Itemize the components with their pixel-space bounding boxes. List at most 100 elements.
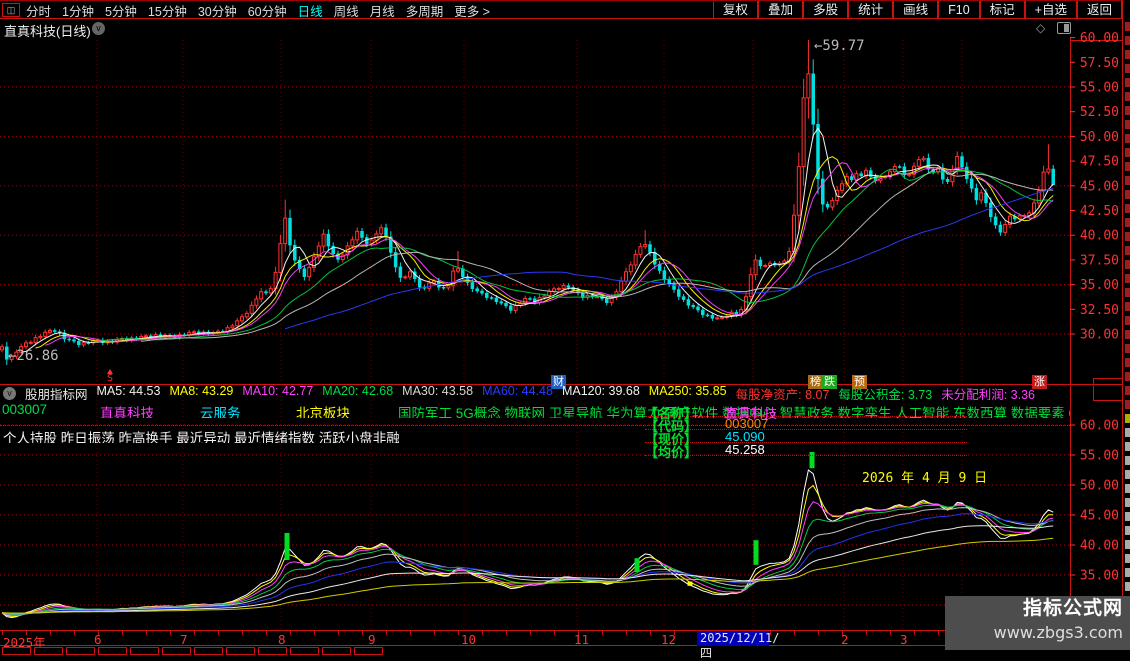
side-strip-glyph — [1125, 134, 1130, 143]
side-strip-glyph — [1125, 442, 1130, 451]
bottom-tab[interactable] — [130, 647, 159, 655]
axis-tick — [554, 631, 555, 635]
bottom-tab[interactable] — [290, 647, 319, 655]
collapse-chevron-icon[interactable]: v — [3, 387, 16, 400]
axis-tick — [626, 631, 627, 635]
period-tab[interactable]: 1分钟 — [62, 1, 94, 20]
axis-tick — [50, 631, 51, 635]
toolbar-button[interactable]: 标记 — [980, 1, 1025, 19]
bottom-tab[interactable] — [34, 647, 63, 655]
ma-value: MA120: 39.68 — [562, 386, 640, 400]
period-tab[interactable]: 周线 — [334, 1, 359, 20]
sentiment-line — [2, 514, 1053, 614]
bottom-tab[interactable] — [98, 647, 127, 655]
bottom-tab[interactable] — [162, 647, 191, 655]
stock-name[interactable]: 直真科技 — [100, 402, 154, 418]
axis-tick — [482, 631, 483, 635]
toolbar-button[interactable]: F10 — [938, 1, 980, 19]
bottom-tab[interactable] — [194, 647, 223, 655]
side-strip-glyph — [1125, 344, 1130, 353]
ma-value: MA8: 43.29 — [169, 386, 233, 400]
stock-tags-row: 个人持股 昨日振荡 昨高换手 最近异动 最近情绪指数 活跃小盘非融 — [3, 427, 463, 443]
toolbar-button[interactable]: 复权 — [713, 1, 758, 19]
period-tab[interactable]: 更多 > — [454, 1, 490, 20]
lower-axis-label: 60.00 — [1080, 419, 1119, 434]
bottom-tab[interactable] — [226, 647, 255, 655]
axis-tick — [218, 631, 219, 635]
ma-line-MA10 — [45, 163, 1053, 346]
toolbar-button[interactable]: 多股 — [803, 1, 848, 19]
low-annotation: ←26.86 — [8, 348, 59, 364]
lower-axis-label: 40.00 — [1080, 539, 1119, 554]
side-strip-glyph — [1125, 302, 1130, 311]
period-tab[interactable]: 15分钟 — [148, 1, 187, 20]
price-chart[interactable]: 60.0057.5055.0052.5050.0047.5045.0042.50… — [0, 0, 1130, 650]
axis-month-label: 6 — [94, 632, 102, 647]
toolbar-button[interactable]: 返回 — [1077, 1, 1122, 19]
axis-tick — [458, 631, 459, 635]
chevron-down-icon[interactable]: v — [92, 22, 105, 35]
side-strip-glyph — [1125, 400, 1130, 409]
period-tab[interactable]: 5分钟 — [105, 1, 137, 20]
toolbar-button[interactable]: 画线 — [893, 1, 938, 19]
axis-tick — [410, 631, 411, 635]
stock-code[interactable]: 003007 — [2, 402, 47, 417]
bottom-tab[interactable] — [2, 647, 31, 655]
axis-tick — [506, 631, 507, 635]
side-strip-glyph — [1125, 148, 1130, 157]
bottom-tab[interactable] — [322, 647, 351, 655]
price-axis-label: 50.00 — [1080, 130, 1119, 145]
app-grid-icon[interactable]: ◫ — [2, 3, 20, 17]
ma-value: 未分配利润: 3.36 — [941, 386, 1035, 400]
price-axis-label: 55.00 — [1080, 81, 1119, 96]
side-toolbar-strip[interactable] — [1122, 0, 1130, 650]
axis-tick — [890, 631, 891, 635]
axis-month-label: 10 — [461, 632, 476, 647]
axis-tick — [866, 631, 867, 635]
side-strip-glyph — [1125, 582, 1130, 591]
ma-value: MA20: 42.68 — [322, 386, 393, 400]
sentiment-line — [2, 502, 1053, 616]
diamond-icon[interactable]: ◇ — [1036, 21, 1045, 35]
side-strip-glyph — [1125, 176, 1130, 185]
split-panel-icon[interactable] — [1057, 22, 1071, 34]
side-strip-glyph — [1125, 554, 1130, 563]
side-strip-glyph — [1125, 288, 1130, 297]
ma-line-MA60 — [285, 188, 1053, 329]
axis-tick — [194, 631, 195, 635]
stock-board: 北京板块 — [296, 402, 350, 418]
period-tab[interactable]: 分时 — [26, 1, 51, 20]
period-tab[interactable]: 日线 — [298, 1, 323, 20]
axis-month-label: 3 — [900, 632, 908, 647]
side-strip-glyph — [1125, 232, 1130, 241]
lower-axis-label: 50.00 — [1080, 479, 1119, 494]
period-tab[interactable]: 30分钟 — [198, 1, 237, 20]
axis-month-label: 12 — [661, 632, 676, 647]
period-tab[interactable]: 多周期 — [406, 1, 444, 20]
period-tab[interactable]: 月线 — [370, 1, 395, 20]
sell-marker: S — [107, 373, 113, 384]
price-axis-label: 30.00 — [1080, 328, 1119, 343]
side-strip-glyph — [1125, 316, 1130, 325]
bottom-tab[interactable] — [66, 647, 95, 655]
side-strip-glyph — [1125, 190, 1130, 199]
title-row: 直真科技(日线) v ◇ — [0, 19, 1130, 38]
axis-month-label: 2 — [841, 632, 849, 647]
side-strip-glyph — [1125, 260, 1130, 269]
axis-tick — [938, 631, 939, 635]
side-strip-glyph — [1125, 372, 1130, 381]
ma-value: 每股净资产: 8.07 — [736, 386, 830, 400]
bottom-tab[interactable] — [258, 647, 287, 655]
date-annotation: 2026 年 4 月 9 日 — [862, 471, 987, 486]
price-axis-label: 57.50 — [1080, 56, 1119, 71]
watermark-url: www.zbgs3.com — [945, 622, 1123, 644]
price-axis-label: 35.00 — [1080, 278, 1119, 293]
side-strip-glyph — [1125, 274, 1130, 283]
bottom-tab[interactable] — [354, 647, 383, 655]
toolbar-button[interactable]: 统计 — [848, 1, 893, 19]
toolbar-button[interactable]: +自选 — [1025, 1, 1077, 19]
stock-industry: 云服务 — [200, 402, 241, 418]
toolbar-button[interactable]: 叠加 — [758, 1, 803, 19]
period-tab[interactable]: 60分钟 — [248, 1, 287, 20]
info-label: 【均价】 — [645, 442, 697, 461]
